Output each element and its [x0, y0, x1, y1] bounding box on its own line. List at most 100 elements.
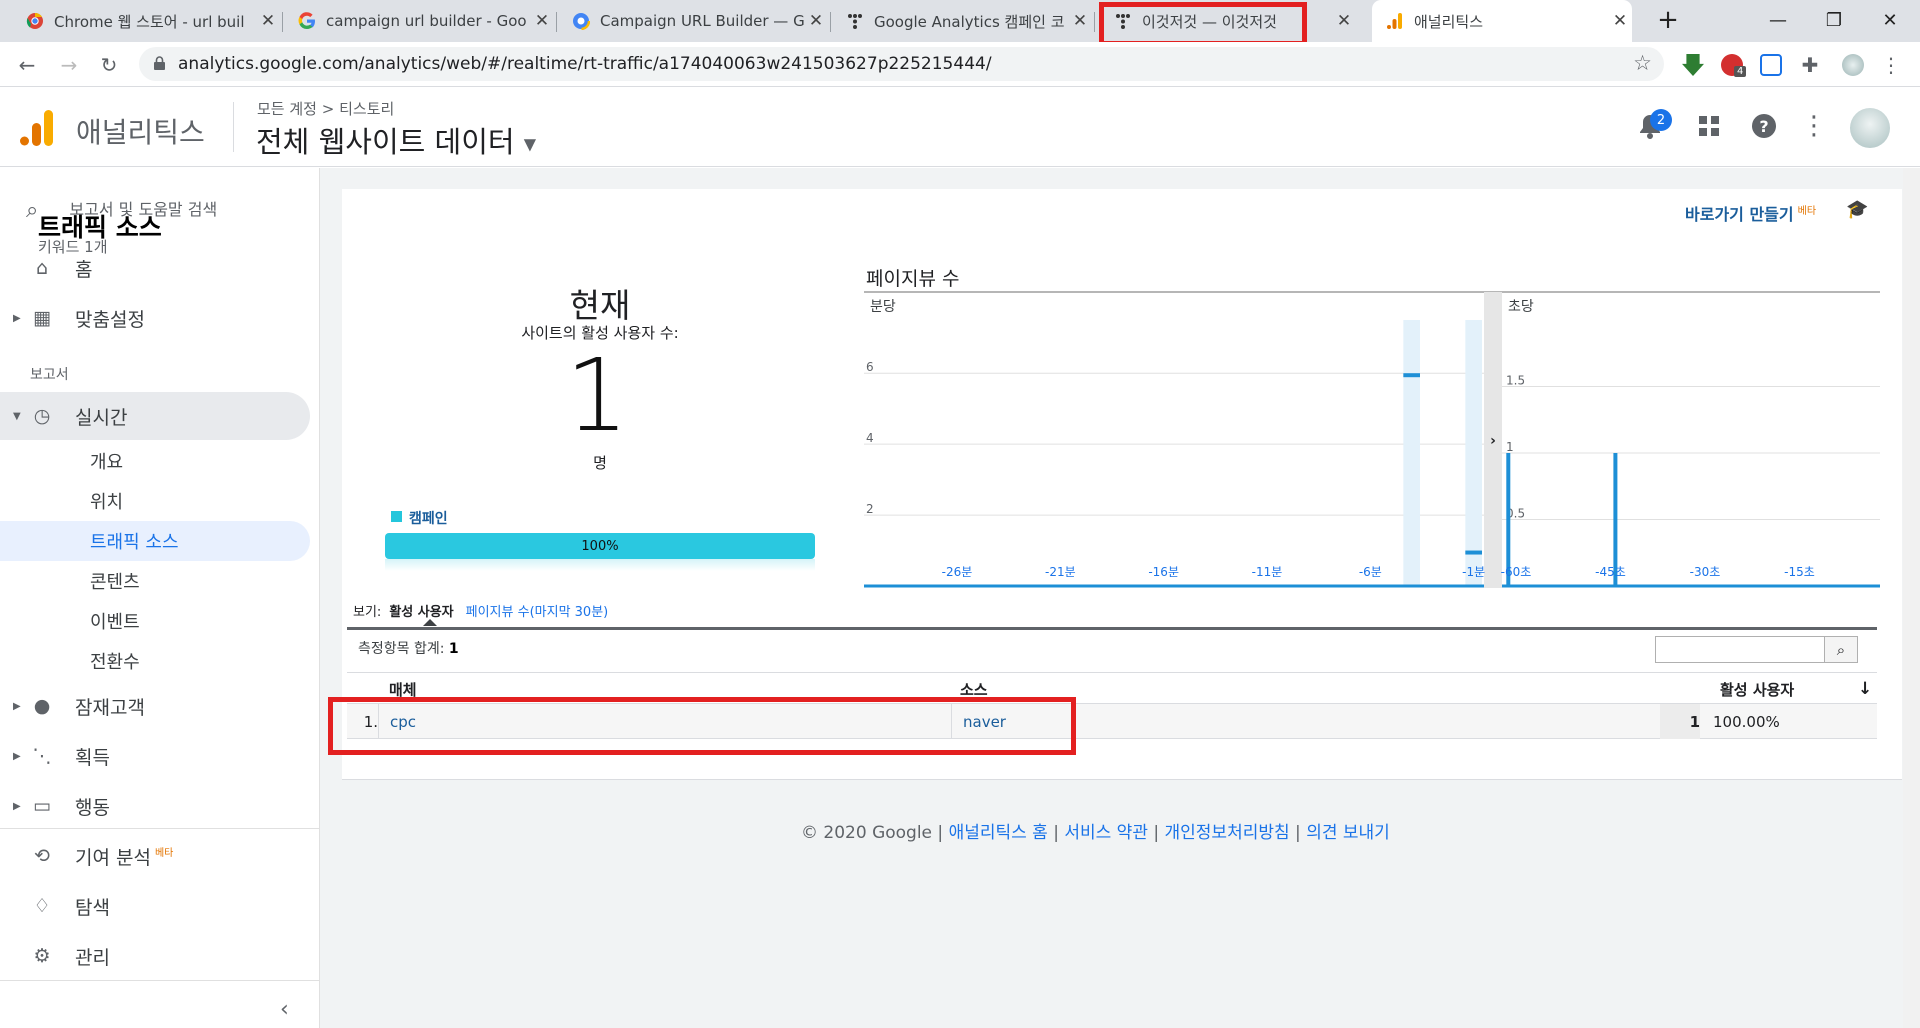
browser-tab[interactable]: Campaign URL Builder — G ✕: [558, 0, 828, 42]
forward-arrow-icon[interactable]: →: [56, 52, 82, 78]
sidebar-item-attribution[interactable]: ⟲ 기여 분석 베타: [0, 832, 310, 880]
chrome-menu-icon[interactable]: ⋮: [1880, 53, 1902, 77]
beta-badge: 베타: [154, 848, 174, 860]
sidebar-sub-label: 개요: [90, 452, 124, 473]
profile-avatar[interactable]: [1842, 54, 1864, 76]
footer-link-feedback[interactable]: 의견 보내기: [1306, 823, 1390, 843]
puzzle-extensions-icon[interactable]: ✚: [1799, 53, 1821, 77]
pageviews-chart: › 분당 초당 246-26분 -21분 -16분 -11분 -6분 -1분 0.511.…: [864, 291, 1880, 588]
lock-icon: [154, 56, 165, 70]
sidebar-sub-events[interactable]: 이벤트: [0, 601, 310, 641]
tistory-icon: [846, 12, 864, 30]
behavior-icon: ▭: [33, 795, 51, 817]
footer-link-terms[interactable]: 서비스 약관: [1064, 823, 1148, 843]
x-tick-label: -30초: [1690, 565, 1721, 579]
expand-arrow-icon: ▶: [13, 700, 21, 712]
bar-value[interactable]: [1403, 373, 1420, 378]
search-icon: ⌕: [26, 198, 39, 223]
expand-arrow-icon: ▶: [13, 800, 21, 812]
table-search-input[interactable]: [1655, 636, 1825, 663]
address-bar[interactable]: analytics.google.com/analytics/web/#/rea…: [139, 47, 1664, 81]
close-icon[interactable]: ✕: [1332, 11, 1356, 31]
campaign-share-bar: 100%: [385, 533, 815, 559]
download-extension-icon[interactable]: [1682, 54, 1704, 76]
sidebar: ⌕ 보고서 및 도움말 검색 ⌂ 홈 ▶ ▦ 맞춤설정 보고서 ▼ ◷ 실시간 …: [0, 168, 320, 1028]
maximize-button[interactable]: ❐: [1806, 0, 1862, 40]
browser-tab-active[interactable]: 애널리틱스 ✕: [1372, 0, 1632, 42]
breadcrumb-separator: >: [321, 100, 335, 118]
sidebar-item-audience[interactable]: ▶ ● 잠재고객: [0, 682, 310, 730]
column-active-users[interactable]: 활성 사용자: [1720, 673, 1794, 705]
view-caret: [423, 619, 437, 626]
sidebar-sub-traffic-sources[interactable]: 트래픽 소스: [0, 521, 310, 561]
breadcrumb-account: 모든 계정: [257, 100, 317, 118]
page-scrollbar[interactable]: [1903, 168, 1920, 1028]
browser-tab[interactable]: campaign url builder - Goo ✕: [284, 0, 554, 42]
new-tab-button[interactable]: +: [1640, 0, 1696, 40]
browser-tab[interactable]: Chrome 웹 스토어 - url buil ✕: [0, 0, 280, 42]
sidebar-item-customization[interactable]: ▶ ▦ 맞춤설정: [0, 294, 310, 342]
table-search-button[interactable]: ⌕: [1824, 636, 1858, 663]
help-icon[interactable]: ?: [1748, 110, 1780, 142]
x-tick-label: -16분: [1148, 565, 1179, 579]
sidebar-sub-locations[interactable]: 위치: [0, 481, 310, 521]
sidebar-sub-label: 위치: [90, 492, 124, 513]
footer-link-analytics-home[interactable]: 애널리틱스 홈: [949, 823, 1048, 843]
breadcrumb[interactable]: 모든 계정 > 티스토리: [257, 98, 394, 119]
bar-value[interactable]: [1465, 550, 1482, 555]
close-icon[interactable]: ✕: [1068, 11, 1092, 31]
chrome-webstore-icon: [26, 12, 44, 30]
translate-extension-icon[interactable]: [1760, 54, 1782, 76]
sidebar-item-discover[interactable]: ♢ 탐색: [0, 882, 310, 930]
collapse-sidebar-icon[interactable]: ‹: [280, 997, 289, 1022]
sidebar-item-realtime[interactable]: ▼ ◷ 실시간: [0, 392, 310, 440]
analytics-logo-icon[interactable]: [19, 110, 55, 146]
view-selector[interactable]: 전체 웹사이트 데이터 ▼: [256, 119, 536, 161]
tab-title: campaign url builder - Goo: [326, 12, 527, 30]
section-label-reports: 보고서: [30, 367, 69, 383]
shortcut-label: 바로가기 만들기: [1685, 205, 1794, 224]
sidebar-item-acquisition[interactable]: ▶ ⋱ 획득: [0, 732, 310, 780]
sidebar-sub-conversions[interactable]: 전환수: [0, 641, 310, 681]
sidebar-item-admin[interactable]: ⚙ 관리: [0, 932, 310, 980]
view-active-users-tab[interactable]: 활성 사용자: [389, 605, 453, 620]
x-tick-label: -6분: [1359, 565, 1382, 579]
sidebar-item-label: 탐색: [75, 896, 110, 919]
google-icon: [298, 12, 316, 30]
close-icon[interactable]: ✕: [1608, 11, 1632, 31]
more-vert-icon[interactable]: ⋮: [1798, 110, 1830, 142]
minimize-button[interactable]: —: [1750, 0, 1806, 40]
account-avatar[interactable]: [1850, 108, 1890, 148]
reload-icon[interactable]: ↻: [96, 52, 122, 78]
back-arrow-icon[interactable]: ←: [14, 52, 40, 78]
view-prefix: 보기:: [353, 605, 382, 620]
academy-cap-icon[interactable]: 🎓: [1846, 199, 1868, 220]
bar-background: [1403, 320, 1420, 586]
view-pageviews-tab[interactable]: 페이지뷰 수(마지막 30분): [466, 605, 609, 620]
gear-icon: ⚙: [33, 945, 51, 967]
window-close-button[interactable]: ✕: [1862, 0, 1918, 40]
footer-link-privacy[interactable]: 개인정보처리방침: [1165, 823, 1290, 843]
metric-total-label: 측정항목 합계:: [358, 641, 445, 657]
bar-background: [1465, 320, 1482, 586]
chevron-right-icon[interactable]: ›: [1490, 433, 1496, 449]
apps-grid-icon[interactable]: [1693, 110, 1725, 142]
browser-tab[interactable]: Google Analytics 캠페인 코 ✕: [832, 0, 1092, 42]
view-name: 전체 웹사이트 데이터: [256, 125, 515, 159]
sidebar-item-label: 관리: [75, 946, 110, 969]
extension-badge: 4: [1734, 66, 1747, 77]
sidebar-sub-content[interactable]: 콘텐츠: [0, 561, 310, 601]
view-toggle: 보기: 활성 사용자 페이지뷰 수(마지막 30분): [353, 601, 608, 620]
close-icon[interactable]: ✕: [804, 11, 828, 31]
sidebar-sub-overview[interactable]: 개요: [0, 441, 310, 481]
row-active-count: 1: [1660, 704, 1700, 739]
sidebar-item-behavior[interactable]: ▶ ▭ 행동: [0, 782, 310, 830]
sidebar-item-label: 행동: [75, 796, 110, 819]
sort-desc-icon[interactable]: ↓: [1858, 673, 1872, 705]
close-icon[interactable]: ✕: [530, 11, 554, 31]
create-shortcut-link[interactable]: 바로가기 만들기 베타: [1685, 201, 1816, 225]
bookmark-star-icon[interactable]: ☆: [1633, 51, 1652, 75]
y-tick-label: 6: [866, 360, 874, 374]
close-icon[interactable]: ✕: [256, 11, 280, 31]
x-tick-label: -60초: [1501, 565, 1532, 579]
